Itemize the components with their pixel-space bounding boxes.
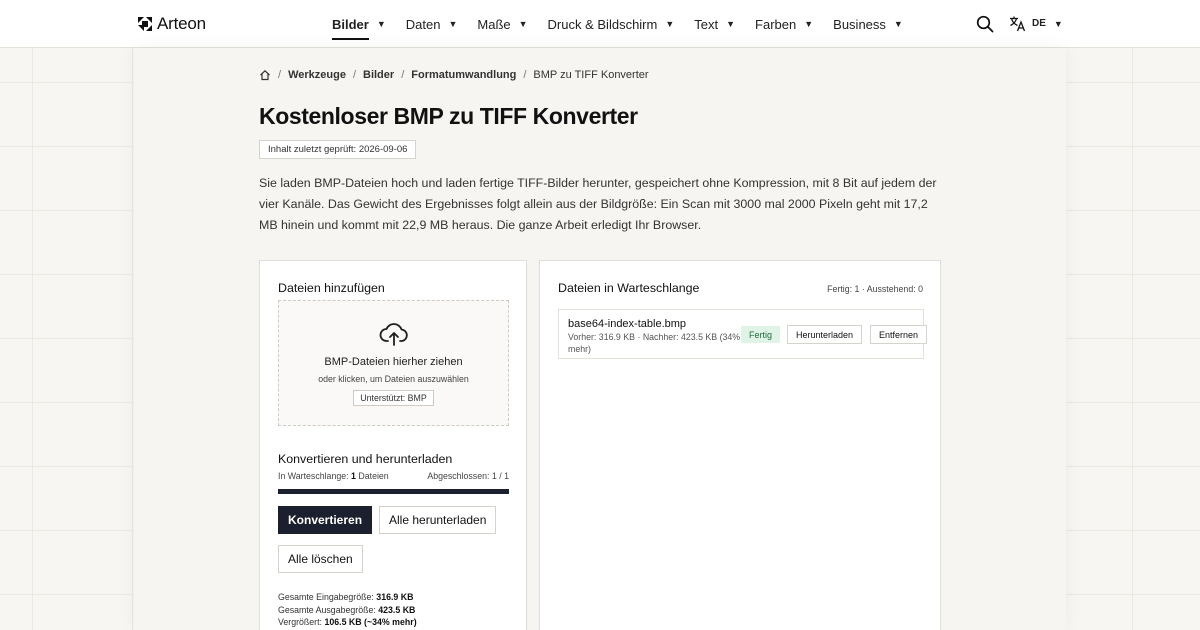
home-icon[interactable]	[259, 69, 271, 81]
brand-mark-icon	[138, 17, 152, 31]
file-name: base64-index-table.bmp	[568, 318, 687, 330]
dropzone-title: BMP-Dateien hierher ziehen	[324, 356, 463, 368]
remove-file-button[interactable]: Entfernen	[870, 325, 928, 344]
nav-item-label: Maße	[477, 16, 511, 32]
stat-label: Gesamte Ausgabegröße:	[278, 604, 379, 615]
stat-output-size: Gesamte Ausgabegröße: 423.5 KB	[278, 604, 417, 617]
breadcrumb-link-formatumwandlung[interactable]: Formatumwandlung	[411, 69, 516, 81]
queue-summary: In Warteschlange: 1 Dateien Abgeschlosse…	[278, 471, 509, 481]
top-navigation-bar: Arteon Bilder ▼ Daten ▼ Maße ▼ Druck & B…	[0, 0, 1200, 48]
completed-count: Abgeschlossen: 1 / 1	[427, 471, 509, 481]
breadcrumb-separator: /	[278, 69, 282, 81]
nav-item-daten[interactable]: Daten ▼	[406, 17, 458, 32]
stat-value: 316.9 KB	[376, 592, 414, 602]
stat-label: Gesamte Eingabegröße:	[278, 592, 377, 602]
last-reviewed-badge: Inhalt zuletzt geprüft: 2026-09-06	[259, 140, 417, 159]
main-content: / Werkzeuge / Bilder / Formatumwandlung …	[134, 48, 1066, 630]
cloud-upload-icon	[379, 323, 408, 346]
chevron-down-icon: ▼	[376, 19, 386, 29]
chevron-down-icon: ▼	[804, 19, 814, 29]
nav-item-label: Business	[833, 16, 886, 32]
nav-item-farben[interactable]: Farben ▼	[755, 17, 813, 32]
breadcrumb-separator: /	[352, 69, 356, 81]
chevron-down-icon: ▼	[893, 19, 903, 29]
queue-count-unit: Dateien	[355, 471, 389, 481]
breadcrumb-separator: /	[523, 69, 527, 81]
stat-input-size: Gesamte Eingabegröße: 316.9 KB	[278, 591, 417, 604]
nav-item-masse[interactable]: Maße ▼	[477, 17, 527, 32]
nav-item-label: Bilder	[332, 16, 369, 32]
convert-section-title: Konvertieren und herunterladen	[278, 452, 453, 466]
queue-card: Dateien in Warteschlange Fertig: 1 · Aus…	[539, 260, 941, 630]
brand-name: Arteon	[157, 14, 206, 33]
chevron-down-icon: ▼	[448, 19, 458, 29]
queue-card-title: Dateien in Warteschlange	[558, 281, 700, 295]
conversion-progress-bar	[278, 489, 509, 494]
breadcrumb-current: BMP zu TIFF Konverter	[533, 69, 649, 81]
chevron-down-icon: ▼	[665, 19, 675, 29]
language-code: DE	[1032, 18, 1046, 29]
size-statistics: Gesamte Eingabegröße: 316.9 KB Gesamte A…	[278, 591, 417, 629]
breadcrumb-link-werkzeuge[interactable]: Werkzeuge	[288, 69, 346, 81]
upload-card-title: Dateien hinzufügen	[278, 281, 385, 295]
main-nav: Bilder ▼ Daten ▼ Maße ▼ Druck & Bildschi…	[332, 0, 923, 48]
file-size-info: Vorher: 316.9 KB · Nachher: 423.5 KB (34…	[568, 332, 741, 354]
status-badge: Fertig	[741, 326, 781, 343]
translate-icon	[1010, 16, 1026, 32]
supported-format-badge: Unterstützt: BMP	[353, 390, 434, 406]
download-all-button[interactable]: Alle herunterladen	[379, 506, 497, 534]
progress-bar-fill	[278, 489, 509, 494]
search-icon[interactable]	[976, 15, 994, 33]
nav-item-druck-bildschirm[interactable]: Druck & Bildschirm ▼	[548, 17, 675, 32]
nav-item-business[interactable]: Business ▼	[833, 17, 903, 32]
brand-logo[interactable]: Arteon	[137, 14, 206, 34]
queue-status: Fertig: 1 · Ausstehend: 0	[827, 284, 923, 294]
nav-item-label: Text	[694, 16, 719, 32]
upload-card: Dateien hinzufügen BMP-Dateien hierher z…	[259, 260, 527, 630]
stat-label: Vergrößert:	[278, 617, 325, 627]
nav-item-label: Daten	[405, 16, 441, 32]
chevron-down-icon: ▼	[518, 19, 528, 29]
breadcrumb-separator: /	[401, 69, 405, 81]
file-dropzone[interactable]: BMP-Dateien hierher ziehen oder klicken,…	[278, 300, 509, 426]
dropzone-subtitle: oder klicken, um Dateien auszuwählen	[318, 374, 469, 384]
stat-value: 423.5 KB	[378, 604, 416, 615]
stat-value: 106.5 KB (~34% mehr)	[324, 617, 417, 627]
clear-all-button[interactable]: Alle löschen	[278, 545, 363, 573]
nav-item-label: Farben	[755, 16, 797, 32]
breadcrumb: / Werkzeuge / Bilder / Formatumwandlung …	[259, 69, 649, 81]
intro-text: Sie laden BMP-Dateien hoch und laden fer…	[259, 176, 937, 232]
language-selector[interactable]: DE ▼	[1009, 15, 1063, 32]
queue-file-row: base64-index-table.bmp Vorher: 316.9 KB …	[558, 309, 928, 359]
chevron-down-icon: ▼	[726, 19, 736, 29]
chevron-down-icon: ▼	[1053, 18, 1063, 29]
stat-size-change: Vergrößert: 106.5 KB (~34% mehr)	[278, 616, 417, 629]
download-file-button[interactable]: Herunterladen	[787, 325, 863, 344]
convert-button[interactable]: Konvertieren	[278, 506, 373, 534]
page-title: Kostenloser BMP zu TIFF Konverter	[259, 103, 638, 129]
queue-count-text: In Warteschlange: 1 Dateien	[278, 471, 389, 481]
nav-item-label: Druck & Bildschirm	[547, 16, 658, 32]
nav-item-bilder[interactable]: Bilder ▼	[332, 16, 386, 40]
breadcrumb-link-bilder[interactable]: Bilder	[363, 69, 394, 81]
nav-item-text[interactable]: Text ▼	[694, 17, 735, 32]
queue-count-label: In Warteschlange:	[278, 471, 352, 481]
